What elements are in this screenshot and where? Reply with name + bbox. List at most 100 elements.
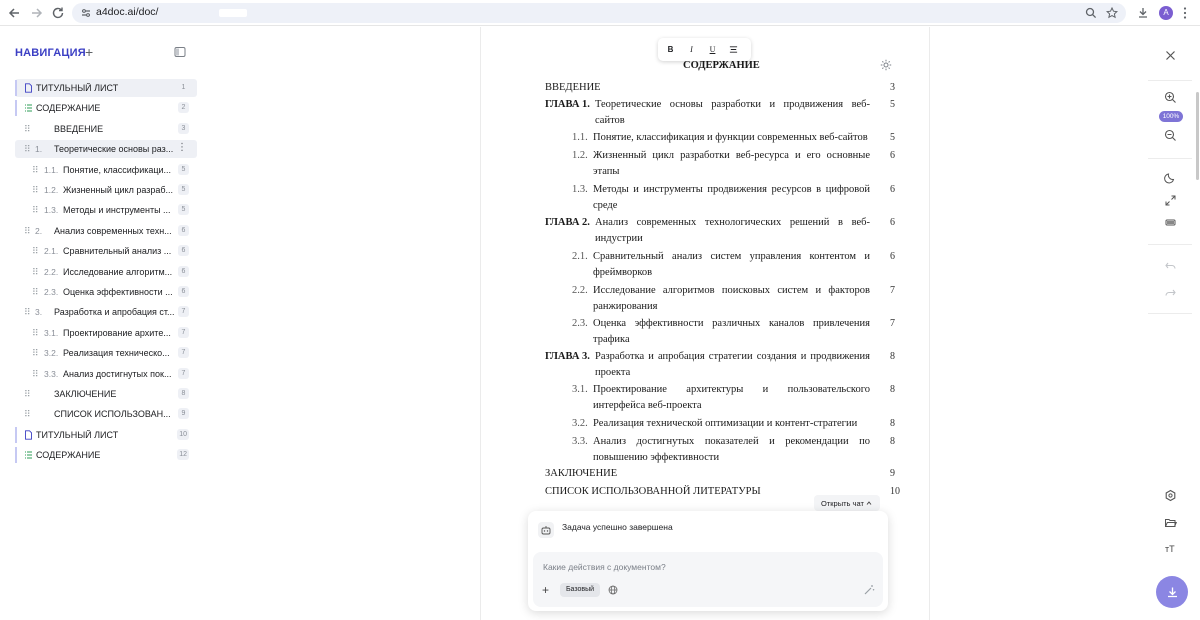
fullscreen-button[interactable] [1162,192,1178,208]
bold-button[interactable]: B [662,42,679,57]
dark-mode-button[interactable] [1162,169,1178,185]
toc-entry-page: 6 [890,184,895,195]
redo-button[interactable] [1162,284,1178,300]
drag-handle-icon[interactable]: ⠿ [24,409,31,419]
forward-arrow-icon[interactable] [29,5,45,21]
nav-item-number: 2. [35,225,43,236]
nav-add-button[interactable]: + [85,44,93,60]
site-settings-icon[interactable] [80,7,92,19]
nav-item[interactable]: ⠿ 2.2. Исследование алгоритм... 6 [15,263,197,281]
toc-entry-number: 1.2. [572,150,588,161]
open-chat-button[interactable]: Открыть чат [814,495,880,511]
italic-button[interactable]: I [683,42,700,57]
nav-item-number: 2.2. [44,266,59,277]
reload-icon[interactable] [50,5,66,21]
zoom-in-button[interactable] [1162,89,1178,105]
download-button[interactable] [1156,576,1188,608]
page-width-button[interactable] [1162,214,1178,230]
nav-item[interactable]: ⠿ 2. Анализ современных техн... 6 [15,222,197,240]
toc-entry-page: 9 [890,468,895,479]
nav-item[interactable]: ⠿ 2.3. Оценка эффективности ... 6 [15,283,197,301]
nav-item[interactable]: ⠿ 3.2. Реализация техническо... 7 [15,344,197,362]
nav-item[interactable]: ⠿ ЗАКЛЮЧЕНИЕ 8 [15,385,197,403]
toc-entry-number: ГЛАВА 3. [545,351,590,362]
nav-item-page: 3 [178,122,189,134]
toolbar-divider [1148,158,1192,159]
address-bar[interactable]: a4doc.ai/doc/ [72,3,1126,23]
style-settings-button[interactable] [1162,487,1178,503]
zoom-out-button[interactable] [1162,127,1178,143]
back-arrow-icon[interactable] [6,5,22,21]
drag-handle-icon[interactable]: ⠿ [32,348,39,358]
drag-handle-icon[interactable]: ⠿ [24,226,31,236]
nav-item-page: 12 [177,449,189,461]
chat-attach-plus-icon[interactable]: + [542,583,549,597]
close-button[interactable] [1162,47,1178,63]
nav-item[interactable]: ⠿ 1.1. Понятие, классификаци... 5 [15,161,197,179]
nav-item[interactable]: ТИТУЛЬНЫЙ ЛИСТ 1 [15,79,197,97]
bookmark-star-icon[interactable] [1106,7,1118,19]
nav-item-label: СОДЕРЖАНИЕ [36,103,101,114]
open-chat-label: Открыть чат [821,498,864,508]
nav-item[interactable]: ⠿ 1. Теоретические основы раз... ⋮ [15,140,197,159]
drag-handle-icon[interactable]: ⠿ [32,328,39,338]
drag-handle-icon[interactable]: ⠿ [24,389,31,399]
toc-entry-title: Жизненный цикл разработки веб-ресурса и … [593,150,870,177]
nav-item-page: 8 [178,388,189,399]
drag-handle-icon[interactable]: ⠿ [32,246,39,256]
zoom-search-icon[interactable] [1085,7,1097,19]
nav-item-label: Теоретические основы раз... [54,144,174,155]
chat-input-box: + Базовый [533,552,883,607]
redo-icon [1164,289,1176,296]
nav-item[interactable]: ⠿ СПИСОК ИСПОЛЬЗОВАН... 9 [15,405,197,423]
collapse-sidebar-icon[interactable] [174,46,186,58]
toc-entry-page: 10 [890,486,900,497]
nav-item-page: 7 [178,347,189,359]
nav-item[interactable]: ⠿ 3.1. Проектирование архите... 7 [15,324,197,342]
downloads-icon[interactable] [1137,7,1149,19]
drag-handle-icon[interactable]: ⠿ [32,205,39,215]
profile-avatar[interactable]: A [1159,6,1173,20]
undo-button[interactable] [1162,257,1178,273]
nav-item-page: 6 [178,224,189,236]
drag-handle-icon[interactable]: ⠿ [24,144,31,154]
nav-item[interactable]: ⠿ ВВЕДЕНИЕ 3 [15,120,197,138]
nav-item[interactable]: СОДЕРЖАНИЕ 2 [15,99,197,117]
drag-handle-icon[interactable]: ⠿ [32,369,39,379]
drag-handle-icon[interactable]: ⠿ [32,165,39,175]
browser-menu-icon[interactable] [1183,6,1187,20]
underline-button[interactable]: U [704,42,721,57]
nav-item[interactable]: ⠿ 2.1. Сравнительный анализ ... 6 [15,242,197,260]
drag-handle-icon[interactable]: ⠿ [24,124,31,134]
open-folder-button[interactable] [1162,514,1178,530]
text-size-button[interactable]: тТ [1165,544,1175,554]
page-scrollbar[interactable] [1196,92,1199,180]
nav-item[interactable]: СОДЕРЖАНИЕ 12 [15,446,197,464]
drag-handle-icon[interactable]: ⠿ [32,185,39,195]
align-button[interactable] [725,42,742,57]
nav-item[interactable]: ⠿ 1.2. Жизненный цикл разраб... 5 [15,181,197,199]
document-settings-gear-icon[interactable] [880,59,892,71]
nav-item-page: 7 [178,367,189,379]
nav-item[interactable]: ⠿ 3.3. Анализ достигнутых пок... 7 [15,365,197,383]
nav-item[interactable]: ⠿ 1.3. Методы и инструменты ... 5 [15,201,197,219]
nav-item-page: 5 [178,163,189,175]
toc-entry-title: Теоретические основы разработки и продви… [595,99,870,126]
chat-mode-button[interactable]: Базовый [560,583,600,597]
drag-handle-icon[interactable]: ⠿ [24,307,31,317]
drag-handle-icon[interactable]: ⠿ [32,287,39,297]
toc-entry-number: 1.3. [572,184,588,195]
more-options-icon[interactable]: ⋮ [177,142,187,154]
drag-handle-icon[interactable]: ⠿ [32,267,39,277]
magic-wand-icon[interactable] [863,584,875,596]
nav-item-indicator [15,100,17,117]
nav-item-page: 7 [178,306,189,318]
nav-item-label: Жизненный цикл разраб... [63,185,174,195]
browser-chrome: a4doc.ai/doc/ A [0,0,1200,26]
toc-entry-number: 3.2. [572,418,588,429]
nav-item[interactable]: ТИТУЛЬНЫЙ ЛИСТ 10 [15,426,197,444]
chat-input[interactable] [543,560,843,574]
toc-entry-page: 8 [890,384,895,395]
globe-icon[interactable] [608,585,618,595]
nav-item[interactable]: ⠿ 3. Разработка и апробация ст... 7 [15,303,197,321]
